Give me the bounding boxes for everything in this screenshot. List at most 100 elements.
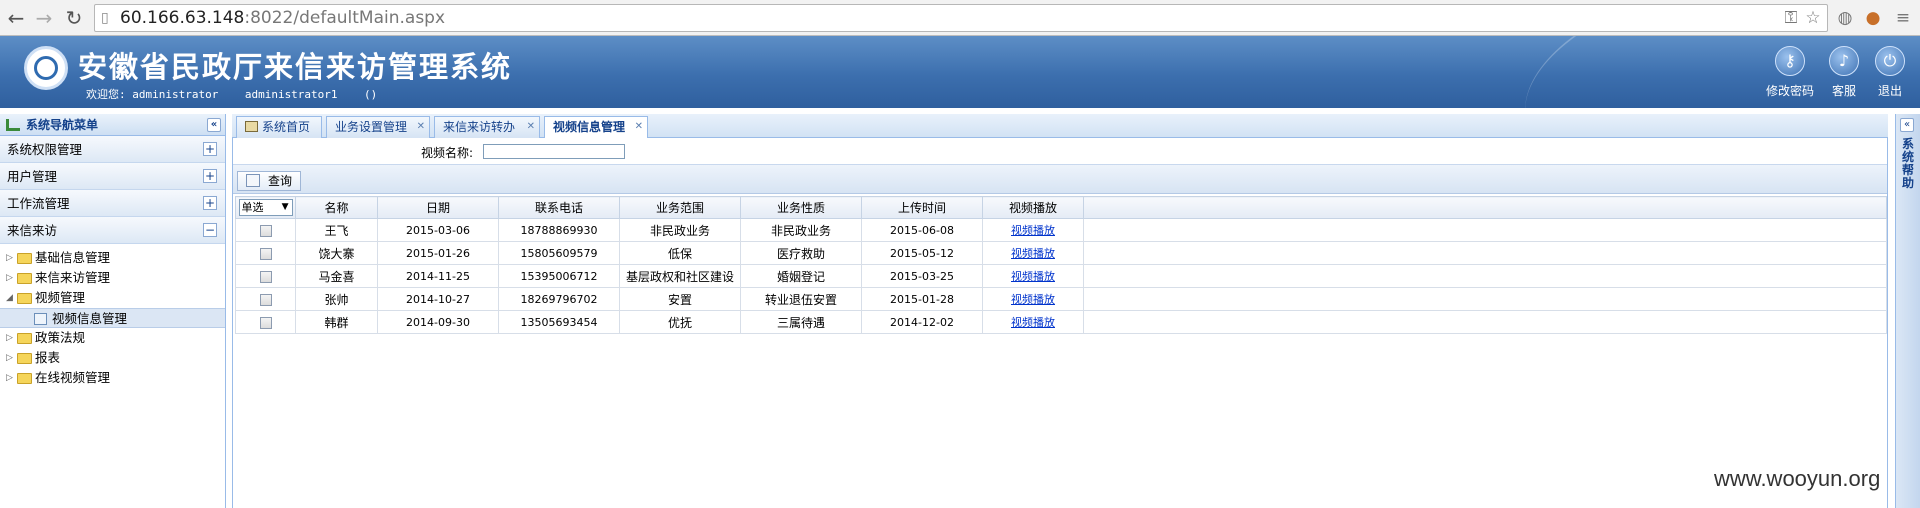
tab-label: 系统首页 [262, 120, 311, 134]
change-password-button[interactable]: ⚷ 修改密码 [1762, 46, 1818, 99]
tree-item-basic-info[interactable]: ▷ 基础信息管理 [0, 248, 225, 268]
nav-section-letters[interactable]: 来信来访 − [0, 217, 225, 244]
column-header[interactable]: 名称 [295, 196, 378, 219]
cell-nature: 三属待遇 [740, 310, 862, 334]
column-header[interactable]: 业务范围 [619, 196, 741, 219]
customer-service-label: 客服 [1831, 84, 1856, 98]
logo-icon [24, 46, 68, 90]
column-header[interactable]: 联系电话 [498, 196, 620, 219]
browser-toolbar: ← → ↻ ▯ 60.166.63.148:8022/defaultMain.as… [0, 0, 1920, 36]
tab-home[interactable]: 系统首页 [236, 116, 322, 138]
collapse-arrow-icon[interactable]: ◢ [6, 288, 13, 308]
globe-icon[interactable]: ◍ [1834, 7, 1856, 29]
video-play-link[interactable]: 视频播放 [1011, 293, 1055, 306]
video-name-input[interactable] [483, 144, 625, 159]
video-name-label: 视频名称: [421, 146, 474, 160]
expand-arrow-icon[interactable]: ▷ [6, 328, 13, 348]
tab-business-settings[interactable]: 业务设置管理 ✕ [326, 116, 430, 138]
cell-date: 2014-09-30 [377, 310, 499, 334]
cell-name: 王飞 [295, 218, 378, 242]
table-row[interactable]: 饶大寨 2015-01-26 15805609579 低保 医疗救助 2015-05-12… [235, 241, 1887, 265]
table-row[interactable]: 韩群 2014-09-30 13505693454 优抚 三属待遇 2014-12-02 视… [235, 310, 1887, 334]
expand-arrow-icon[interactable]: ▷ [6, 268, 13, 288]
close-icon[interactable]: ✕ [417, 117, 425, 137]
cell-phone: 15395006712 [498, 264, 620, 288]
tab-video-info[interactable]: 视频信息管理 ✕ [544, 116, 648, 139]
tree-item-label: 基础信息管理 [35, 250, 111, 265]
collapse-left-icon[interactable]: « [207, 118, 221, 132]
tab-label: 业务设置管理 [335, 120, 408, 134]
home-icon [245, 121, 258, 132]
video-play-link[interactable]: 视频播放 [1011, 270, 1055, 283]
column-header[interactable]: 视频播放 [982, 196, 1084, 219]
key-icon[interactable]: ⚿ [1780, 7, 1802, 29]
row-checkbox[interactable] [259, 270, 272, 283]
reload-icon[interactable]: ↻ [62, 6, 86, 30]
row-checkbox[interactable] [259, 316, 272, 329]
system-help-label[interactable]: 系统帮助 [1902, 138, 1916, 190]
expand-arrow-icon[interactable]: ▷ [6, 248, 13, 268]
tree-item-online-video[interactable]: ▷ 在线视频管理 [0, 368, 225, 388]
cell-phone: 18788869930 [498, 218, 620, 242]
address-bar[interactable]: ▯ 60.166.63.148:8022/defaultMain.aspx [94, 4, 1828, 32]
row-checkbox[interactable] [259, 247, 272, 260]
bell-icon: ♪ [1829, 46, 1859, 76]
tree-item-policy[interactable]: ▷ 政策法规 [0, 328, 225, 348]
query-button[interactable]: 查询 [237, 171, 302, 191]
folder-icon [17, 273, 32, 284]
row-checkbox[interactable] [259, 224, 272, 237]
key-icon: ⚷ [1775, 46, 1805, 76]
select-column-header: 单选 ▼ [235, 196, 296, 219]
tab-letter-transfer[interactable]: 来信来访转办 ✕ [434, 116, 540, 138]
expand-arrow-icon[interactable]: ▷ [6, 348, 13, 368]
expand-icon[interactable]: + [203, 196, 217, 210]
forward-icon[interactable]: → [32, 6, 56, 30]
collapse-right-icon[interactable]: « [1900, 118, 1914, 132]
expand-icon[interactable]: + [203, 142, 217, 156]
cell-name: 张帅 [295, 287, 378, 311]
app-header: 安徽省民政厅来信来访管理系统 欢迎您: administrator admini… [0, 36, 1920, 108]
table-row[interactable]: 王飞 2015-03-06 18788869930 非民政业务 非民政业务 2015-06… [235, 218, 1887, 242]
star-icon[interactable]: ☆ [1802, 7, 1824, 29]
nav-section-label: 来信来访 [7, 223, 58, 238]
nav-section-permissions[interactable]: 系统权限管理 + [0, 136, 225, 163]
column-header[interactable]: 日期 [377, 196, 499, 219]
folder-open-icon [17, 293, 32, 304]
collapse-icon[interactable]: − [203, 223, 217, 237]
tree-item-letters-management[interactable]: ▷ 来信来访管理 [0, 268, 225, 288]
row-checkbox[interactable] [259, 293, 272, 306]
tree-item-video-management[interactable]: ◢ 视频管理 [0, 288, 225, 308]
table-row[interactable]: 马金喜 2014-11-25 15395006712 基层政权和社区建设 婚姻登记 201… [235, 264, 1887, 288]
tree-item-label: 视频管理 [35, 290, 86, 305]
video-play-link[interactable]: 视频播放 [1011, 247, 1055, 260]
tree-item-reports[interactable]: ▷ 报表 [0, 348, 225, 368]
cookie-icon[interactable]: ● [1862, 7, 1884, 29]
select-mode-dropdown[interactable]: 单选 ▼ [238, 199, 293, 216]
nav-section-label: 用户管理 [7, 169, 58, 184]
close-icon[interactable]: ✕ [527, 117, 535, 137]
search-icon [246, 174, 260, 187]
menu-icon[interactable]: ≡ [1892, 7, 1914, 29]
back-icon[interactable]: ← [4, 6, 28, 30]
cell-upload: 2015-03-25 [861, 264, 983, 288]
cell-name: 马金喜 [295, 264, 378, 288]
close-icon[interactable]: ✕ [635, 117, 643, 137]
table-row[interactable]: 张帅 2014-10-27 18269796702 安置 转业退伍安置 2015-01-2… [235, 287, 1887, 311]
video-play-link[interactable]: 视频播放 [1011, 224, 1055, 237]
nav-title-label: 系统导航菜单 [26, 118, 99, 132]
expand-icon[interactable]: + [203, 169, 217, 183]
logout-button[interactable]: ⏻ 退出 [1862, 46, 1918, 99]
video-play-link[interactable]: 视频播放 [1011, 316, 1055, 329]
video-table: 单选 ▼ 名称 日期 联系电话 业务范围 业务性质 上传时间 视频播放 王飞 201… [235, 196, 1887, 334]
nav-section-workflow[interactable]: 工作流管理 + [0, 190, 225, 217]
tree-item-label: 视频信息管理 [52, 311, 128, 326]
nav-section-users[interactable]: 用户管理 + [0, 163, 225, 190]
column-header[interactable]: 上传时间 [861, 196, 983, 219]
column-header[interactable]: 业务性质 [740, 196, 862, 219]
cell-name: 饶大寨 [295, 241, 378, 265]
cell-scope: 安置 [619, 287, 741, 311]
expand-arrow-icon[interactable]: ▷ [6, 368, 13, 388]
tree-item-video-info[interactable]: 视频信息管理 [0, 308, 225, 328]
cell-scope: 优抚 [619, 310, 741, 334]
tab-bar: 系统首页 业务设置管理 ✕ 来信来访转办 ✕ 视频信息管理 ✕ [232, 114, 1888, 139]
